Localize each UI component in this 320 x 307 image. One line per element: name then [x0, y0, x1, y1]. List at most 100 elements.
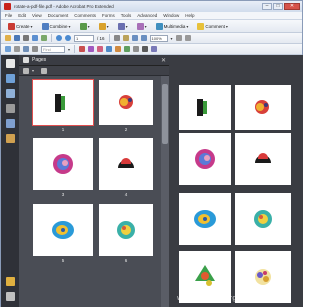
cursor-icon[interactable] [79, 46, 86, 52]
columns-icon[interactable] [23, 46, 29, 52]
forms-button[interactable]: ▾ [134, 22, 150, 31]
page-art-8 [255, 269, 271, 285]
document-page-6[interactable] [235, 193, 291, 245]
comment-label: Comment [205, 23, 225, 29]
layers-icon[interactable] [5, 119, 15, 128]
page-thumbnail-6[interactable] [99, 204, 153, 256]
create-pdf-icon [8, 22, 15, 30]
page-thumbnail-2[interactable] [99, 80, 153, 125]
title-bar: rotate-a-pdf-file.pdf - Adobe Acrobat Pr… [1, 1, 302, 12]
close-icon[interactable]: ✕ [161, 57, 166, 64]
page-art-6 [254, 210, 272, 228]
page-art-2 [255, 100, 269, 114]
zoom-in-icon[interactable] [140, 35, 147, 41]
page-art-3 [195, 149, 215, 169]
select-tool-icon[interactable] [113, 35, 120, 41]
signatures-icon[interactable] [5, 89, 15, 98]
secure-button[interactable]: ▾ [96, 22, 112, 31]
highlight-icon[interactable] [115, 46, 122, 52]
close-button[interactable]: ✕ [284, 3, 300, 10]
print-icon[interactable] [23, 35, 29, 41]
menu-help[interactable]: Help [185, 13, 194, 18]
document-page-5[interactable] [179, 193, 231, 245]
scrollbar-thumb[interactable] [162, 84, 168, 144]
separator [74, 45, 76, 53]
multimedia-button[interactable]: Multimedia ▾ [153, 22, 192, 31]
page-thumbnail-4[interactable] [99, 138, 153, 190]
multimedia-label: Multimedia [163, 23, 186, 29]
previous-page-icon[interactable] [56, 35, 62, 41]
document-page-2[interactable] [235, 85, 291, 130]
menu-document[interactable]: Document [48, 13, 69, 18]
model-tree-icon[interactable] [5, 134, 15, 143]
layout-icon[interactable] [14, 46, 20, 52]
find-input[interactable]: Find [41, 45, 65, 53]
zoom-input[interactable]: 100% [149, 34, 168, 42]
document-page-1[interactable] [179, 85, 231, 130]
chevron-down-icon: ▾ [106, 23, 109, 29]
menu-advanced[interactable]: Advanced [137, 13, 157, 18]
menu-view[interactable]: View [32, 13, 42, 18]
document-page-8[interactable] [235, 251, 291, 303]
thumbnail-art-4 [118, 158, 134, 168]
menu-comments[interactable]: Comments [74, 13, 96, 18]
thumbnail-art-5 [52, 221, 74, 239]
hand-tool-icon[interactable] [122, 35, 129, 41]
combine-button[interactable]: Combine ▾ [39, 22, 74, 31]
comment-button[interactable]: Comment ▾ [194, 22, 231, 31]
fit-page-icon[interactable] [175, 35, 182, 41]
chevron-down-icon[interactable]: ▾ [32, 68, 34, 73]
measure-icon[interactable] [142, 46, 149, 52]
menu-forms[interactable]: Forms [102, 13, 115, 18]
save-icon[interactable] [14, 35, 20, 41]
chevron-down-icon[interactable]: ▾ [171, 36, 173, 41]
sign-button[interactable]: ▾ [115, 22, 131, 31]
menu-tools[interactable]: Tools [121, 13, 132, 18]
delete-page-icon[interactable] [41, 67, 48, 74]
menu-file[interactable]: File [5, 13, 12, 18]
pages-panel-title: Pages [32, 57, 47, 63]
comments-icon[interactable] [5, 277, 15, 286]
maximize-button[interactable]: □ [273, 3, 283, 10]
chevron-down-icon: ▾ [186, 23, 189, 29]
rotate-icon[interactable] [5, 46, 11, 52]
collaborate-button[interactable]: ▾ [77, 22, 93, 31]
page-number-input[interactable]: 1 [74, 34, 94, 42]
pages-icon[interactable] [5, 59, 15, 68]
crop-icon[interactable] [97, 46, 104, 52]
attachments-icon[interactable] [5, 104, 15, 113]
text-box-icon[interactable] [133, 46, 140, 52]
fit-width-icon[interactable] [184, 35, 191, 41]
minimize-button[interactable]: – [262, 3, 272, 10]
open-folder-icon[interactable] [5, 35, 11, 41]
window-title: rotate-a-pdf-file.pdf - Adobe Acrobat Pr… [14, 4, 114, 9]
touchup-icon[interactable] [88, 46, 95, 52]
zoom-out-icon[interactable] [131, 35, 138, 41]
share-icon[interactable] [41, 35, 47, 41]
search-icon[interactable] [5, 292, 15, 301]
tasks-toolbar: Create ▾ Combine ▾ ▾ ▾ ▾ ▾ Multimedia ▾ [1, 20, 302, 33]
bookmarks-icon[interactable] [5, 74, 15, 83]
menu-window[interactable]: Window [163, 13, 179, 18]
thumbnail-label: 1 [61, 127, 65, 132]
chevron-down-icon: ▾ [144, 23, 147, 29]
thumbnail-label: 2 [124, 127, 128, 132]
document-page-4[interactable] [235, 133, 291, 185]
page-thumbnail-5[interactable] [33, 204, 93, 256]
page-thumbnail-3[interactable] [33, 138, 93, 190]
document-page-3[interactable] [179, 133, 231, 185]
stamp-icon[interactable] [124, 46, 131, 52]
link-icon[interactable] [106, 46, 113, 52]
chevron-down-icon[interactable]: ▾ [68, 47, 70, 52]
next-page-icon[interactable] [65, 35, 71, 41]
email-icon[interactable] [32, 35, 38, 41]
create-button[interactable]: Create ▾ [5, 22, 36, 31]
thumbnail-scrollbar[interactable] [161, 76, 169, 307]
options-icon[interactable] [23, 67, 29, 74]
acrobat-window: rotate-a-pdf-file.pdf - Adobe Acrobat Pr… [0, 0, 303, 307]
page-thumbnail-1[interactable] [32, 79, 94, 126]
grid-icon[interactable] [32, 46, 38, 52]
combine-icon [41, 22, 49, 30]
menu-edit[interactable]: Edit [18, 13, 26, 18]
object-icon[interactable] [151, 46, 158, 52]
